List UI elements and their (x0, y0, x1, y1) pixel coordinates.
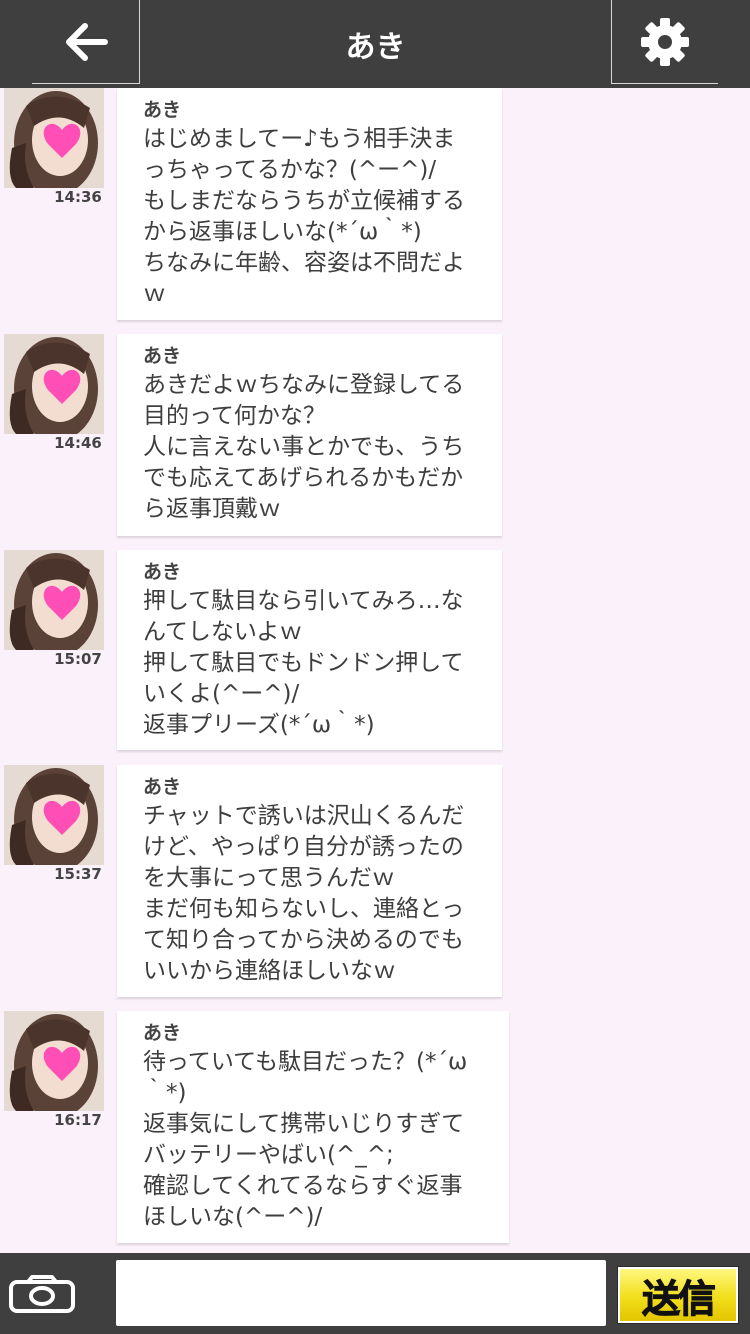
arrow-left-icon (65, 22, 108, 61)
sender-name: あき (143, 345, 182, 367)
message-time: 14:36 (54, 188, 102, 206)
message-text: チャットで誘いは沢山くるんだ けど、やっぱり自分が誘ったの を大事にって思うんだ… (143, 803, 465, 984)
message-time: 16:17 (54, 1111, 102, 1129)
message-bubble: あき 押して駄目なら引いてみろ…な んてしないよｗ 押して駄目でもドンドン押して… (117, 550, 502, 750)
message-composer: 送信 (0, 1253, 750, 1334)
gear-icon (641, 17, 689, 66)
message-bubble: あき 待っていても駄目だった？(*´ω ｀*) 返事気にして携帯いじりすぎて バ… (117, 1011, 509, 1243)
avatar[interactable] (4, 1011, 104, 1111)
back-button[interactable] (32, 0, 140, 84)
send-button[interactable]: 送信 (618, 1267, 738, 1323)
sender-name: あき (143, 99, 182, 121)
message-time: 15:07 (54, 650, 102, 668)
message-bubble: あき チャットで誘いは沢山くるんだ けど、やっぱり自分が誘ったの を大事にって思… (117, 765, 502, 997)
message-text: あきだよｗちなみに登録してる 目的って何かな？ 人に言えない事とかでも、うち で… (143, 372, 465, 522)
message-text: はじめましてー♪もう相手決ま っちゃってるかな？(^ー^)/ もしまだならうちが… (143, 126, 465, 307)
app-header: あき (0, 0, 750, 88)
message-time: 15:37 (54, 865, 102, 883)
avatar[interactable] (4, 550, 104, 650)
message-input[interactable] (116, 1260, 606, 1326)
sender-name: あき (143, 561, 182, 583)
message-bubble: あき あきだよｗちなみに登録してる 目的って何かな？ 人に言えない事とかでも、う… (117, 334, 502, 536)
settings-button[interactable] (611, 0, 718, 84)
message-time: 14:46 (54, 434, 102, 452)
avatar[interactable] (4, 765, 104, 865)
sender-name: あき (143, 776, 182, 798)
camera-button[interactable] (0, 1253, 84, 1334)
chat-message-list[interactable]: 14:36 あき はじめましてー♪もう相手決ま っちゃってるかな？(^ー^)/ … (0, 88, 750, 1253)
page-title: あき (345, 30, 406, 65)
message-bubble: あき はじめましてー♪もう相手決ま っちゃってるかな？(^ー^)/ もしまだなら… (117, 88, 502, 320)
message-text: 押して駄目なら引いてみろ…な んてしないよｗ 押して駄目でもドンドン押して いく… (143, 588, 464, 738)
sender-name: あき (143, 1022, 182, 1044)
avatar[interactable] (4, 334, 104, 434)
message-text: 待っていても駄目だった？(*´ω ｀*) 返事気にして携帯いじりすぎて バッテリ… (143, 1049, 468, 1230)
camera-icon (9, 1274, 75, 1313)
avatar[interactable] (4, 88, 104, 188)
